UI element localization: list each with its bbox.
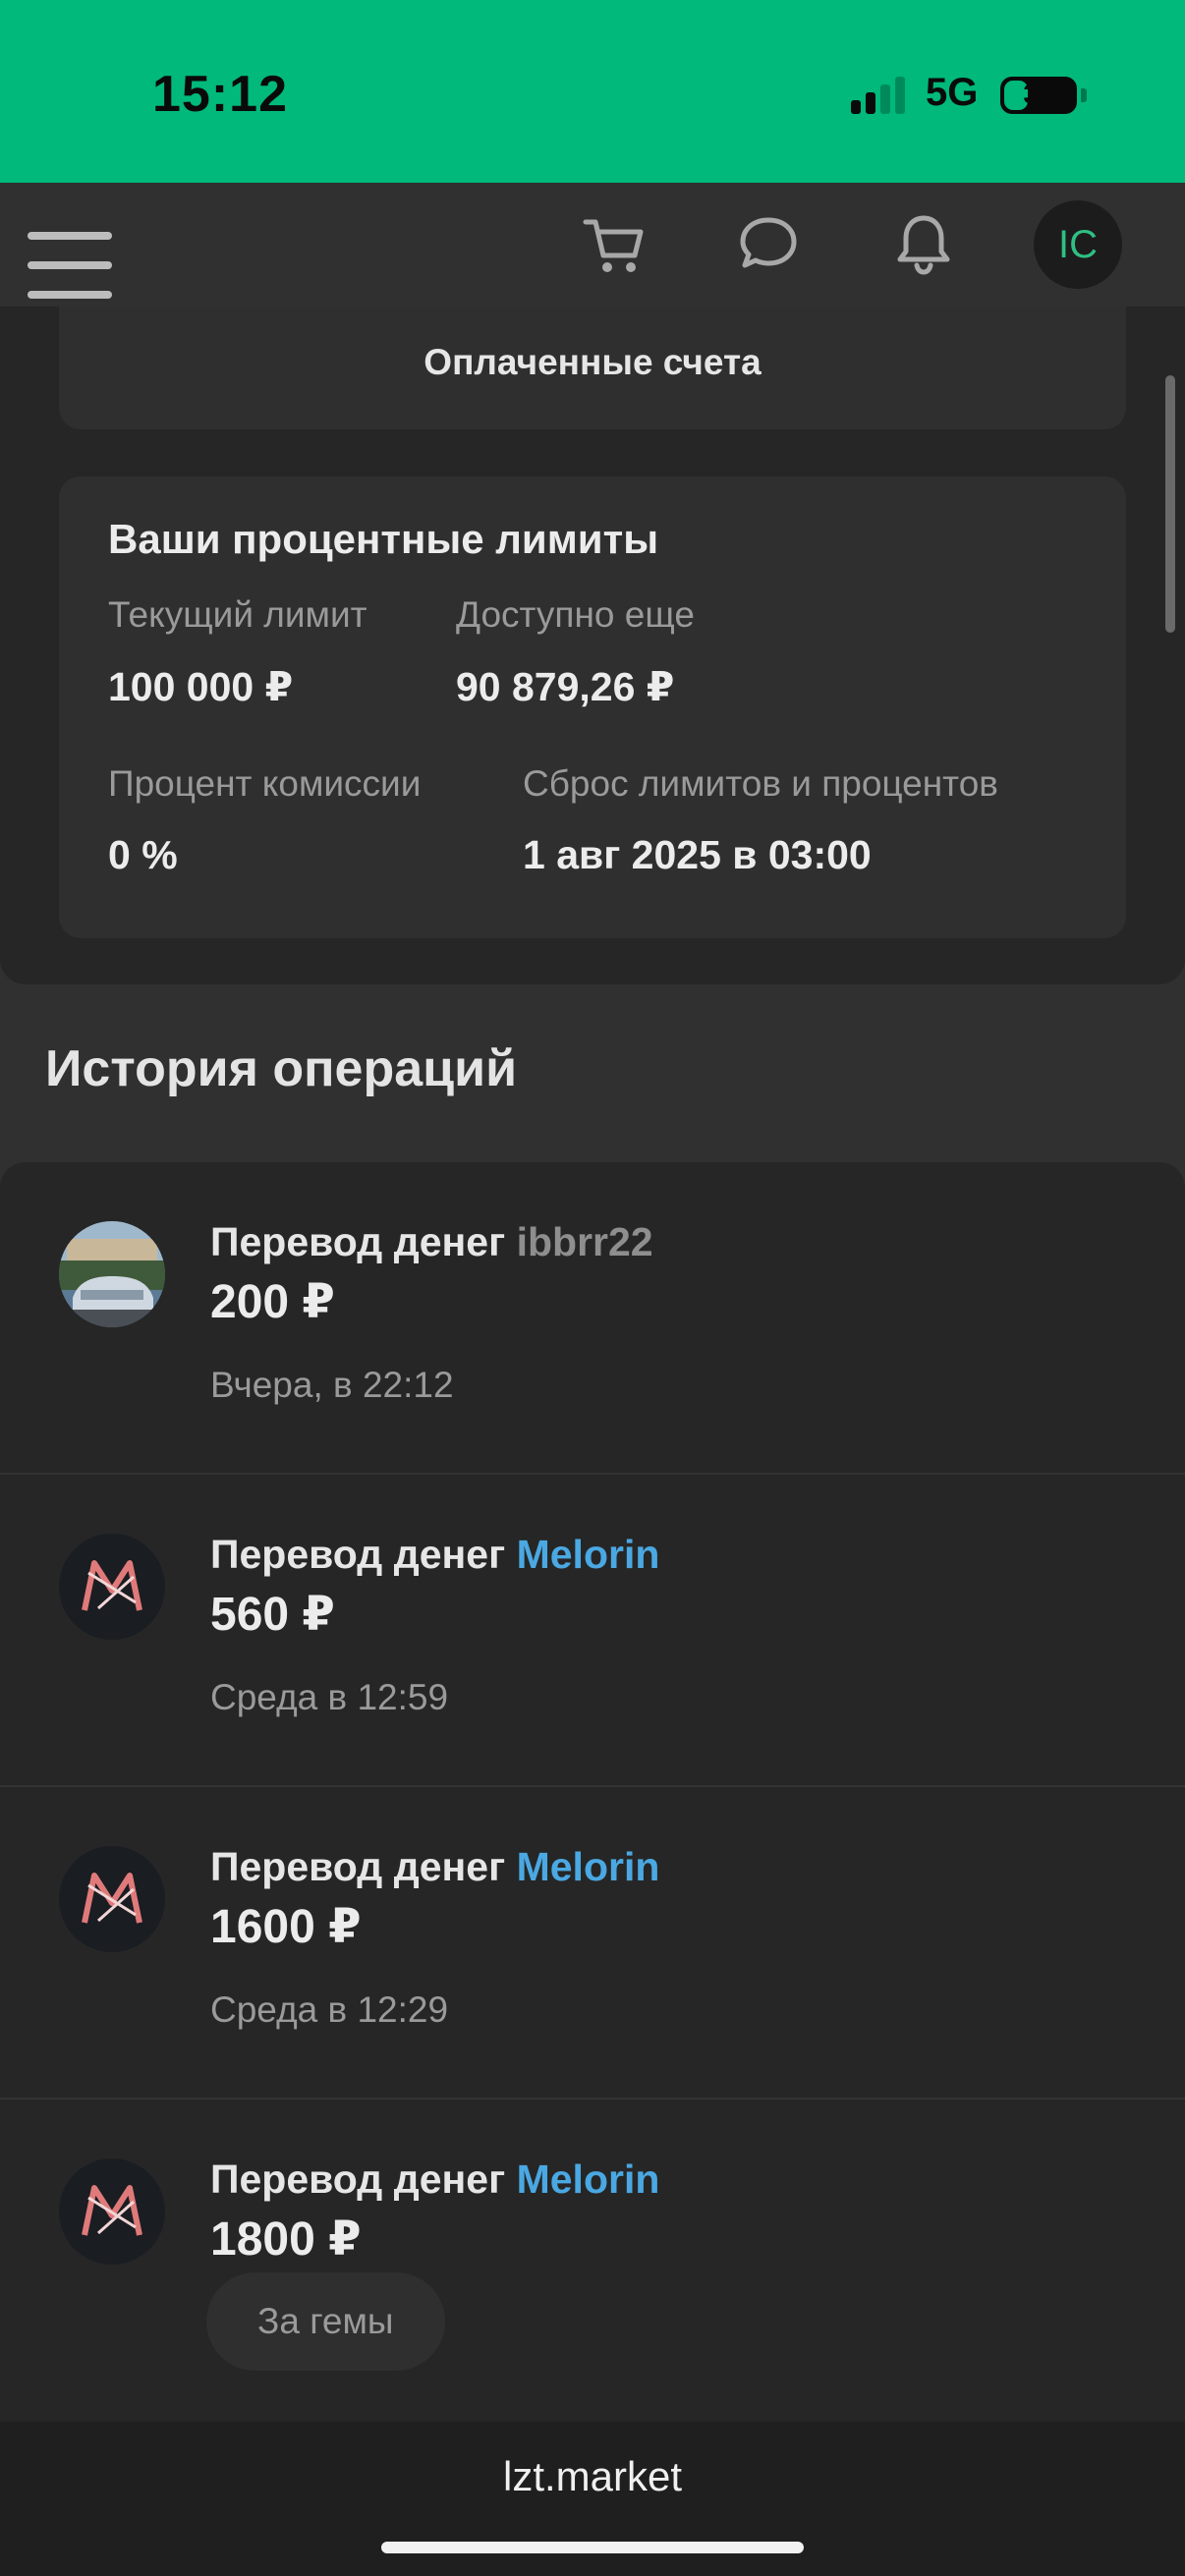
status-time: 15:12 [152, 66, 288, 123]
operation-user-link[interactable]: Melorin [517, 1532, 660, 1577]
operation-title: Перевод денег Melorin [210, 1532, 660, 1577]
url-bar[interactable]: lzt.market [0, 2453, 1185, 2500]
limits-title: Ваши процентные лимиты [108, 516, 659, 562]
commission-label: Процент комиссии [108, 763, 422, 804]
browser-bar: lzt.market [0, 2422, 1185, 2576]
user-avatar[interactable]: IC [1034, 200, 1122, 289]
reset-value: 1 авг 2025 в 03:00 [523, 832, 872, 877]
operation-amount: 560 ₽ [210, 1589, 335, 1641]
app-header: IC [0, 183, 1185, 307]
operation-user-link[interactable]: Melorin [517, 1844, 660, 1889]
operation-row[interactable]: Перевод денег ibbrr22 200 ₽ Вчера, в 22:… [0, 1162, 1185, 1475]
user-avatar-logo[interactable] [59, 2158, 165, 2265]
operation-amount: 1800 ₽ [210, 2213, 362, 2266]
operations-list: Перевод денег ibbrr22 200 ₽ Вчера, в 22:… [0, 1162, 1185, 2422]
available-value: 90 879,26 ₽ [456, 664, 675, 709]
bell-icon[interactable] [888, 208, 959, 279]
operation-amount: 1600 ₽ [210, 1901, 362, 1953]
operation-comment: За гемы [206, 2272, 445, 2371]
operation-title: Перевод денег Melorin [210, 1844, 660, 1889]
operation-title: Перевод денег Melorin [210, 2156, 660, 2202]
user-avatar-photo[interactable] [59, 1221, 165, 1327]
signal-strength-icon [851, 75, 906, 114]
operation-amount: 200 ₽ [210, 1276, 335, 1328]
current-limit-label: Текущий лимит [108, 594, 367, 635]
status-bar: 15:12 5G 30 [0, 0, 1185, 183]
battery-cap [1081, 88, 1087, 102]
operation-row[interactable]: Перевод денег Melorin 1600 ₽ Среда в 12:… [0, 1787, 1185, 2100]
network-type: 5G [926, 71, 979, 114]
current-limit-value: 100 000 ₽ [108, 664, 294, 709]
battery-icon: 30 [1000, 77, 1077, 114]
scrollbar-thumb[interactable] [1165, 375, 1175, 633]
paid-bills-label: Оплаченные счета [423, 342, 762, 382]
operation-user-link[interactable]: ibbrr22 [517, 1219, 653, 1264]
operation-time: Вчера, в 22:12 [210, 1365, 454, 1405]
chat-icon[interactable] [733, 208, 804, 279]
user-avatar-logo[interactable] [59, 1534, 165, 1640]
operation-user-link[interactable]: Melorin [517, 2156, 660, 2202]
available-label: Доступно еще [456, 594, 695, 635]
commission-value: 0 % [108, 832, 178, 877]
paid-bills-button[interactable]: Оплаченные счета [59, 307, 1126, 429]
limits-card: Ваши процентные лимиты Текущий лимит 100… [59, 476, 1126, 938]
reset-label: Сброс лимитов и процентов [523, 763, 998, 804]
home-indicator[interactable] [381, 2542, 804, 2553]
operation-row[interactable]: Перевод денег Melorin 560 ₽ Среда в 12:5… [0, 1475, 1185, 1787]
history-title: История операций [45, 1040, 518, 1097]
menu-icon[interactable] [28, 206, 114, 299]
cart-icon[interactable] [580, 208, 650, 279]
wallet-panel: Оплаченные счета Ваши процентные лимиты … [0, 307, 1185, 984]
user-avatar-logo[interactable] [59, 1846, 165, 1952]
operation-title: Перевод денег ibbrr22 [210, 1219, 653, 1264]
operation-row[interactable]: Перевод денег Melorin 1800 ₽ За гемы [0, 2100, 1185, 2412]
battery-percent: 30 [1023, 79, 1054, 109]
operation-time: Среда в 12:29 [210, 1989, 449, 2030]
operation-time: Среда в 12:59 [210, 1677, 449, 1717]
